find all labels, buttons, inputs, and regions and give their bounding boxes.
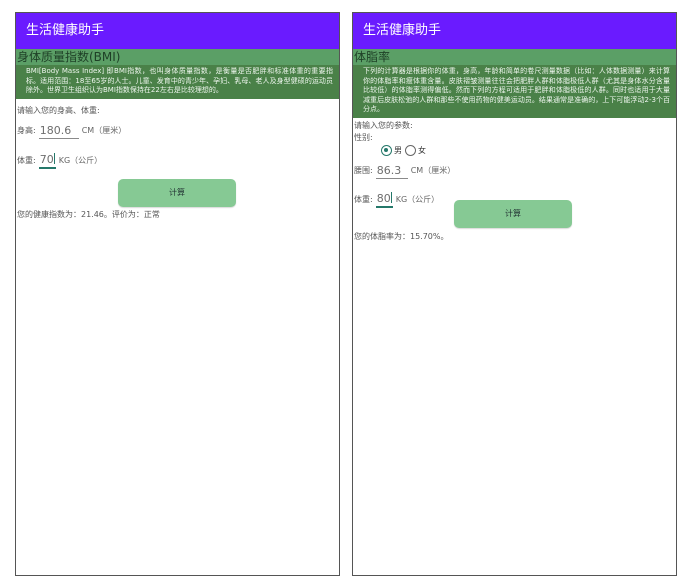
gender-female-radio[interactable] [405, 144, 416, 156]
section-title: 体脂率 [353, 49, 676, 65]
weight-value: 70 [39, 152, 54, 166]
phone-screen-bmi: 生活健康助手 身体质量指数(BMI) BMI[Body Mass Index] … [15, 12, 340, 576]
weight-unit: KG（公斤） [58, 155, 103, 165]
description-text: BMI[Body Mass Index] 即BMI指数，也叫身体质量指数，是衡量… [16, 65, 339, 99]
input-prompt: 请输入您的参数: [354, 120, 413, 130]
input-prompt: 请输入您的身高、体重: [17, 105, 100, 115]
app-bar: 生活健康助手 [16, 13, 339, 49]
app-bar: 生活健康助手 [353, 13, 676, 49]
gender-label-row: 性别: [354, 132, 676, 143]
phone-screen-bodyfat: 生活健康助手 体脂率 下列的计算器是根据你的体重，身高，年龄和简单的卷尺测量数据… [352, 12, 677, 576]
gender-male-label[interactable]: 男 [394, 145, 402, 156]
calculate-button[interactable]: 计算 [118, 179, 236, 207]
waist-label: 腰围: [354, 165, 373, 175]
app-title: 生活健康助手 [363, 23, 442, 38]
height-input[interactable]: 180.6 [38, 124, 79, 139]
height-label: 身高: [17, 125, 36, 135]
section-title: 身体质量指数(BMI) [16, 49, 339, 65]
weight-row: 体重: 70 KG（公斤） [17, 152, 339, 169]
result-text: 您的健康指数为：21.46。评价为：正常 [17, 210, 160, 219]
text-cursor [390, 191, 392, 203]
calculate-button[interactable]: 计算 [454, 200, 572, 228]
weight-input[interactable]: 70 [38, 152, 56, 169]
waist-unit: CM（厘米） [410, 165, 456, 175]
app-title: 生活健康助手 [26, 23, 105, 38]
height-row: 身高: 180.6 CM（厘米） [17, 124, 339, 139]
gender-female-label[interactable]: 女 [418, 145, 426, 156]
waist-input[interactable]: 86.3 [375, 164, 408, 179]
weight-label: 体重: [354, 194, 373, 204]
waist-row: 腰围: 86.3 CM（厘米） [354, 164, 676, 179]
gender-radio-group: 男 女 [381, 144, 676, 156]
result-text: 您的体脂率为：15.70%。 [354, 232, 449, 241]
weight-input[interactable]: 80 [375, 191, 393, 208]
height-unit: CM（厘米） [81, 125, 127, 135]
weight-label: 体重: [17, 155, 36, 165]
weight-value: 80 [376, 191, 391, 205]
gender-male-radio[interactable] [381, 144, 392, 156]
weight-unit: KG（公斤） [395, 194, 440, 204]
text-cursor [53, 152, 55, 164]
description-text: 下列的计算器是根据你的体重，身高，年龄和简单的卷尺测量数据（比如：人体数据测量）… [353, 65, 676, 118]
gender-label: 性别: [354, 132, 373, 142]
